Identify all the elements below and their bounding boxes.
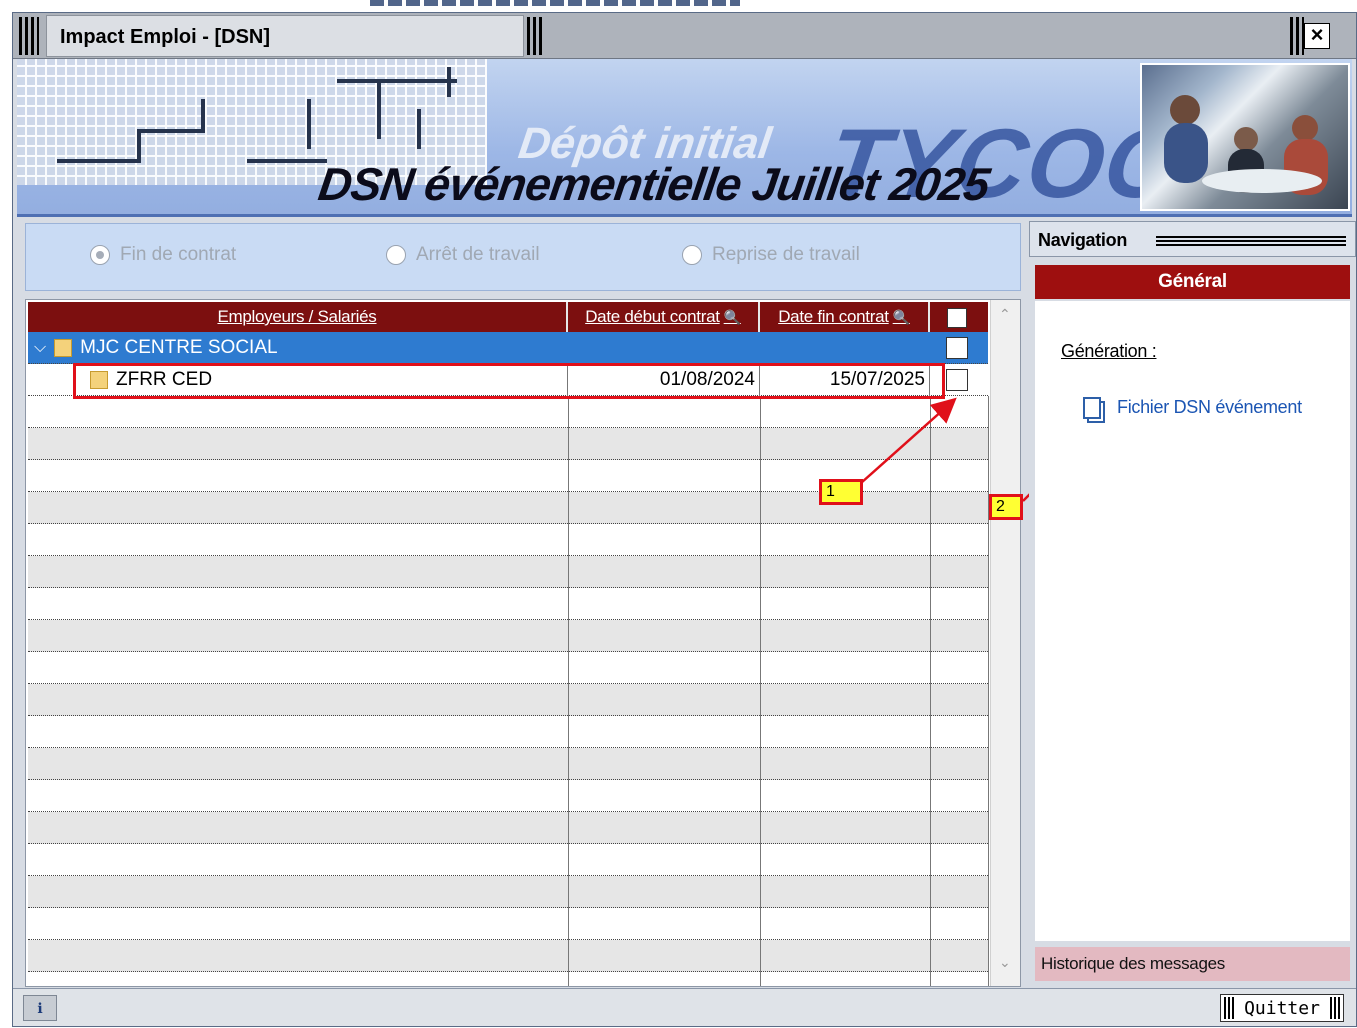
radio-label: Fin de contrat [120, 244, 237, 265]
table-row [28, 812, 988, 844]
select-all-checkbox[interactable] [947, 308, 967, 328]
radio-fin-de-contrat[interactable]: Fin de contrat [90, 244, 236, 266]
radio-label: Reprise de travail [712, 244, 860, 265]
table-row [28, 780, 988, 812]
callout-1: 1 [819, 479, 863, 505]
radio-button[interactable] [682, 245, 702, 265]
event-type-panel: Fin de contrat Arrêt de travail Reprise … [25, 223, 1021, 291]
status-bar: ℹ Quitter [13, 988, 1356, 1026]
header-banner: TYCOON Dépôt initial DSN événementielle … [17, 59, 1352, 217]
column-header-start[interactable]: Date début contrat 🔍 [568, 302, 760, 332]
navigation-header: Navigation [1029, 221, 1356, 257]
cell-name: ⌵ MJC CENTRE SOCIAL [28, 332, 568, 364]
table-row [28, 556, 988, 588]
grid-header: Employeurs / Salariés Date début contrat… [28, 302, 988, 332]
grip-lines [1156, 234, 1346, 246]
document-icon [1083, 397, 1105, 423]
vertical-scrollbar[interactable]: ⌃ ⌄ [990, 300, 1020, 986]
table-row [28, 524, 988, 556]
column-divider [930, 396, 931, 986]
chevron-down-icon[interactable]: ⌵ [34, 339, 46, 357]
background-strip [0, 0, 1357, 10]
radio-arret-de-travail[interactable]: Arrêt de travail [386, 244, 540, 266]
banner-headline: DSN événementielle Juillet 2025 [315, 158, 993, 210]
search-icon[interactable]: 🔍 [893, 309, 910, 326]
window-title: Impact Emploi - [DSN] [60, 26, 271, 48]
table-row [28, 940, 988, 972]
column-header-end[interactable]: Date fin contrat 🔍 [760, 302, 930, 332]
navigation-title: Navigation [1038, 230, 1128, 250]
callout-2: 2 [989, 494, 1023, 520]
section-general[interactable]: Général [1035, 265, 1350, 299]
grip-mid [527, 17, 543, 55]
radio-label: Arrêt de travail [416, 244, 540, 265]
table-row [28, 620, 988, 652]
table-row [28, 876, 988, 908]
table-row [28, 716, 988, 748]
title-bar[interactable]: Impact Emploi - [DSN] × [13, 13, 1356, 59]
grip-left [19, 17, 39, 55]
app-window: Impact Emploi - [DSN] × TYCOON Dépôt ini… [12, 12, 1357, 1027]
column-header-name[interactable]: Employeurs / Salariés [28, 302, 568, 332]
table-row-employer[interactable]: ⌵ MJC CENTRE SOCIAL [28, 332, 988, 364]
column-divider [988, 396, 989, 986]
message-history-button[interactable]: Historique des messages [1035, 947, 1350, 981]
radio-button[interactable] [386, 245, 406, 265]
scroll-up-icon[interactable]: ⌃ [999, 306, 1011, 323]
radio-button[interactable] [90, 245, 110, 265]
employees-grid: Employeurs / Salariés Date début contrat… [25, 299, 1021, 987]
table-row [28, 684, 988, 716]
table-row [28, 396, 988, 428]
title-box: Impact Emploi - [DSN] [46, 15, 524, 57]
search-icon[interactable]: 🔍 [724, 309, 741, 326]
folder-icon [54, 339, 73, 357]
close-button[interactable]: × [1304, 23, 1330, 49]
meeting-photo [1140, 63, 1350, 211]
row-checkbox[interactable] [946, 337, 968, 359]
table-row [28, 588, 988, 620]
table-row [28, 652, 988, 684]
generate-dsn-link[interactable]: Fichier DSN événement [1117, 397, 1302, 418]
navigation-body: Génération : Fichier DSN événement [1035, 301, 1350, 941]
highlight-employee-row [73, 363, 945, 399]
info-icon[interactable]: ℹ [23, 995, 57, 1021]
column-divider [568, 396, 569, 986]
grip-right [1290, 17, 1304, 55]
table-row [28, 908, 988, 940]
generation-label: Génération : [1061, 341, 1157, 361]
scroll-down-icon[interactable]: ⌄ [999, 954, 1011, 971]
quit-button[interactable]: Quitter [1220, 994, 1344, 1022]
navigation-panel: Navigation Général Génération : Fichier … [1029, 221, 1356, 993]
row-checkbox[interactable] [946, 369, 968, 391]
column-divider [760, 396, 761, 986]
radio-reprise-de-travail[interactable]: Reprise de travail [682, 244, 860, 266]
table-row [28, 428, 988, 460]
table-row [28, 844, 988, 876]
table-row [28, 748, 988, 780]
